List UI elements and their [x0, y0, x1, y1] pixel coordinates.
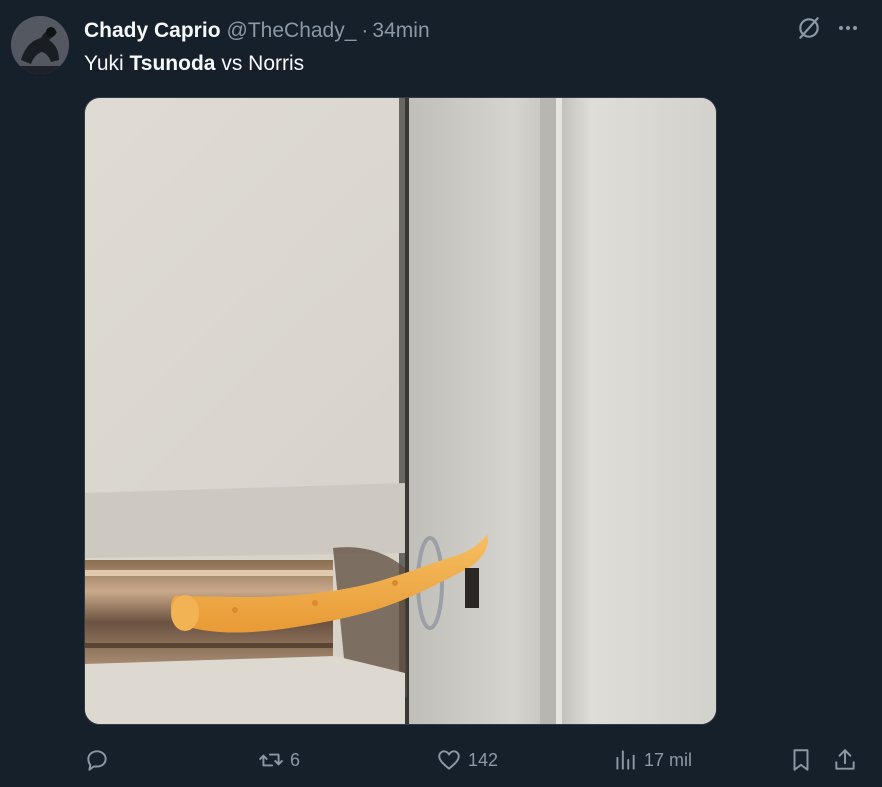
- share-button[interactable]: [832, 745, 858, 775]
- retweet-button[interactable]: 6: [258, 745, 300, 775]
- views-icon: [616, 750, 635, 770]
- grok-icon[interactable]: [796, 15, 822, 41]
- tweet-text-part2: vs Norris: [215, 52, 305, 75]
- author-name[interactable]: Chady Caprio: [84, 17, 221, 45]
- reply-button[interactable]: [84, 745, 110, 775]
- like-button[interactable]: 142: [436, 745, 498, 775]
- retweet-count: 6: [290, 749, 301, 770]
- views-button[interactable]: 17 mil: [612, 745, 692, 775]
- tweet-text-bold: Tsunoda: [129, 52, 216, 75]
- tweet-header: Chady Caprio @TheChady_ · 34min: [84, 17, 882, 45]
- timestamp[interactable]: 34min: [372, 17, 429, 45]
- tweet-text: Yuki Tsunoda vs Norris: [84, 50, 304, 78]
- views-count: 17 mil: [644, 749, 693, 770]
- heart-icon: [438, 750, 460, 770]
- header-actions: [796, 15, 860, 41]
- like-count: 142: [468, 749, 499, 770]
- separator-dot: ·: [361, 19, 369, 42]
- author-handle[interactable]: @TheChady_: [227, 17, 357, 45]
- media-photo: [85, 98, 716, 724]
- bookmark-button[interactable]: [788, 745, 814, 775]
- bookmark-icon: [793, 749, 809, 771]
- action-bar: 6 142 17 mil: [84, 745, 864, 775]
- tweet-text-part1: Yuki: [84, 52, 130, 75]
- reply-icon: [87, 750, 107, 771]
- retweet-icon: [259, 753, 283, 767]
- more-icon[interactable]: [836, 16, 860, 40]
- avatar[interactable]: [11, 16, 69, 74]
- avatar-image: [11, 16, 69, 74]
- share-icon: [835, 749, 855, 770]
- tweet-media[interactable]: [84, 97, 717, 725]
